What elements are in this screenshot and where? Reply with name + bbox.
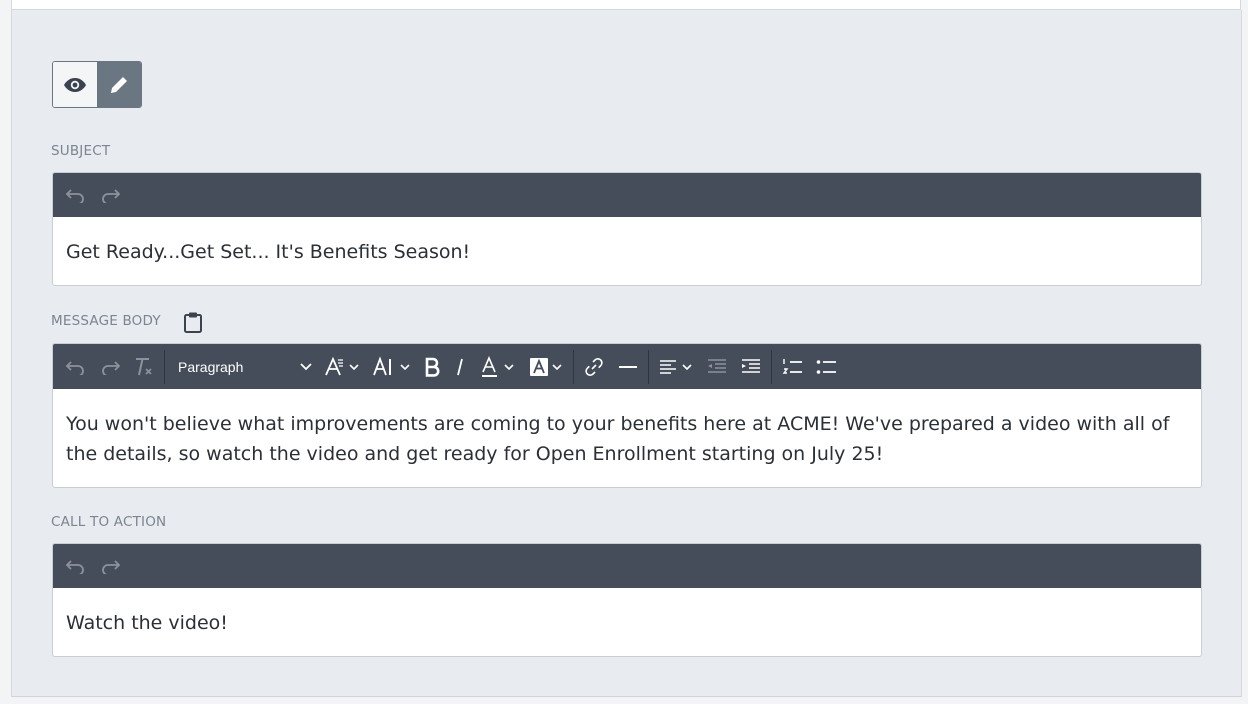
preview-mode-button[interactable]: [53, 62, 97, 107]
font-family-button[interactable]: [318, 350, 366, 384]
bullet-list-button[interactable]: [809, 350, 843, 384]
insert-link-button[interactable]: [577, 350, 611, 384]
redo-button[interactable]: [93, 350, 127, 384]
eye-icon: [64, 77, 86, 92]
pencil-icon: [111, 76, 127, 93]
undo-button[interactable]: [59, 178, 93, 212]
indent-button[interactable]: [734, 350, 768, 384]
top-card-edge: [11, 0, 1241, 10]
italic-button[interactable]: [446, 350, 474, 384]
clipboard-icon: [184, 312, 202, 333]
align-button[interactable]: [652, 350, 700, 384]
clipboard-button[interactable]: [182, 311, 204, 337]
bold-icon: [425, 357, 440, 377]
outdent-icon: [708, 358, 726, 373]
link-icon: [585, 357, 603, 376]
redo-button[interactable]: [93, 178, 127, 212]
call-to-action-toolbar: [53, 544, 1201, 588]
redo-icon: [102, 560, 121, 574]
italic-icon: [457, 358, 463, 375]
toolbar-separator: [573, 349, 574, 384]
call-to-action-editor: Watch the video!: [52, 543, 1202, 657]
redo-button[interactable]: [93, 549, 127, 583]
call-to-action-input[interactable]: Watch the video!: [53, 588, 1201, 638]
clear-formatting-button[interactable]: [127, 350, 161, 384]
indent-icon: [742, 358, 760, 373]
redo-icon: [102, 360, 121, 375]
horizontal-rule-icon: [619, 365, 637, 368]
block-format-value: Paragraph: [178, 358, 244, 375]
message-body-input[interactable]: You won't believe what improvements are …: [53, 389, 1201, 469]
subject-input[interactable]: Get Ready...Get Set... It's Benefits Sea…: [53, 217, 1201, 267]
text-color-icon: [482, 355, 514, 377]
font-size-icon: [373, 355, 410, 375]
undo-icon: [65, 189, 84, 203]
toolbar-separator: [771, 349, 772, 384]
message-body-toolbar: Paragraph: [53, 344, 1201, 389]
block-format-select[interactable]: Paragraph: [168, 350, 318, 384]
edit-mode-button[interactable]: [97, 62, 141, 107]
font-family-icon: [325, 356, 359, 375]
numbered-list-button[interactable]: [775, 350, 809, 384]
font-size-button[interactable]: [366, 350, 418, 384]
align-left-icon: [660, 359, 692, 374]
bold-button[interactable]: [418, 350, 446, 384]
toolbar-separator: [164, 349, 165, 384]
clear-formatting-icon: [136, 357, 152, 375]
bullet-list-icon: [816, 359, 836, 374]
redo-icon: [102, 189, 121, 203]
chevron-down-icon: [300, 362, 312, 370]
call-to-action-label: CALL TO ACTION: [51, 514, 167, 530]
background-color-icon: [530, 357, 562, 376]
undo-button[interactable]: [59, 350, 93, 384]
toolbar-separator: [648, 349, 649, 384]
numbered-list-icon: [782, 358, 802, 374]
undo-icon: [65, 360, 84, 375]
background-color-button[interactable]: [522, 350, 570, 384]
horizontal-rule-button[interactable]: [611, 350, 645, 384]
subject-toolbar: [53, 173, 1201, 217]
view-mode-toggle: [52, 61, 142, 108]
text-color-button[interactable]: [474, 350, 522, 384]
undo-icon: [65, 560, 84, 574]
message-body-label: MESSAGE BODY: [51, 313, 161, 329]
message-body-editor: Paragraph You won't believe what improve…: [52, 343, 1202, 488]
subject-label: SUBJECT: [51, 143, 111, 159]
outdent-button[interactable]: [700, 350, 734, 384]
subject-editor: Get Ready...Get Set... It's Benefits Sea…: [52, 172, 1202, 286]
undo-button[interactable]: [59, 549, 93, 583]
